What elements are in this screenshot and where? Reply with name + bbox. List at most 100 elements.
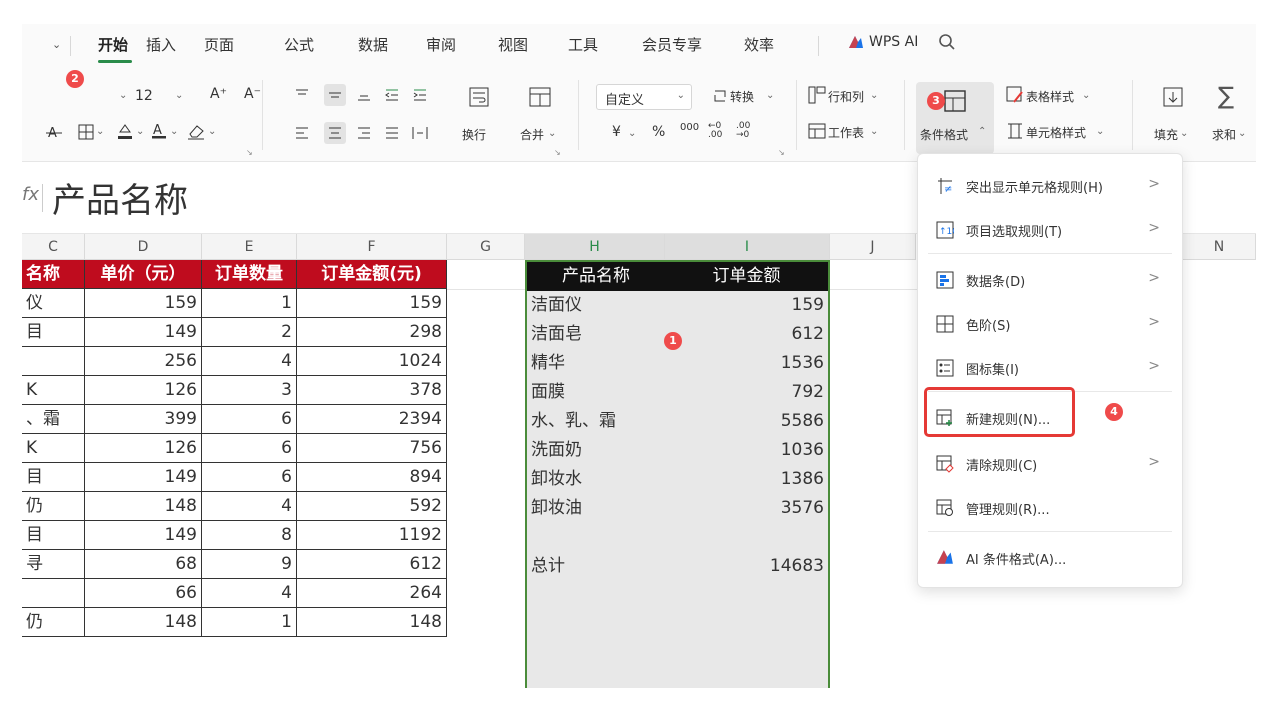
- wrap-text-icon[interactable]: [468, 86, 490, 108]
- table-style-button[interactable]: 表格样式: [1026, 88, 1074, 105]
- table-header-cell[interactable]: 单价（元）: [85, 260, 202, 289]
- table-cell[interactable]: 8: [202, 521, 297, 550]
- tab-tools[interactable]: 工具: [568, 34, 598, 55]
- collapse-caret-icon[interactable]: ⌄: [52, 38, 61, 51]
- fill-button[interactable]: 填充: [1154, 126, 1178, 143]
- table-cell[interactable]: 148: [297, 608, 447, 637]
- table-cell[interactable]: [22, 579, 85, 608]
- table-cell[interactable]: 9: [202, 550, 297, 579]
- sum-button[interactable]: 求和: [1212, 126, 1236, 143]
- summary-header-cell[interactable]: 订单金额: [665, 262, 828, 291]
- table-cell[interactable]: 159: [85, 289, 202, 318]
- worksheet-button[interactable]: 工作表: [828, 124, 864, 141]
- tab-page[interactable]: 页面: [204, 34, 234, 55]
- table-cell[interactable]: 4: [202, 347, 297, 376]
- table-cell[interactable]: 256: [85, 347, 202, 376]
- table-cell[interactable]: 目: [22, 521, 85, 550]
- table-cell[interactable]: 592: [297, 492, 447, 521]
- menu-item-icon-sets[interactable]: 图标集(I) >: [918, 348, 1182, 388]
- tab-insert[interactable]: 插入: [146, 34, 176, 55]
- table-cell[interactable]: 126: [85, 434, 202, 463]
- conditional-format-button[interactable]: 条件格式 ⌃: [916, 82, 994, 154]
- justify-icon[interactable]: [384, 126, 400, 140]
- column-header-f[interactable]: F: [297, 234, 447, 260]
- table-cell[interactable]: K: [22, 376, 85, 405]
- summary-cell[interactable]: 洁面皂: [527, 320, 665, 349]
- menu-item-highlight-rules[interactable]: ≠ 突出显示单元格规则(H) >: [918, 166, 1182, 206]
- worksheet-icon[interactable]: [808, 122, 826, 140]
- table-cell[interactable]: 仍: [22, 492, 85, 521]
- currency-button[interactable]: ¥: [612, 124, 621, 140]
- table-cell[interactable]: 126: [85, 376, 202, 405]
- table-cell[interactable]: 、霜: [22, 405, 85, 434]
- table-cell[interactable]: 148: [85, 492, 202, 521]
- table-cell[interactable]: 149: [85, 521, 202, 550]
- column-header-j[interactable]: J: [830, 234, 916, 260]
- increase-decimal-button[interactable]: ←0 .00: [708, 122, 730, 140]
- table-cell[interactable]: 149: [85, 463, 202, 492]
- sum-icon[interactable]: ∑: [1218, 82, 1234, 110]
- table-cell[interactable]: 4: [202, 492, 297, 521]
- summary-cell[interactable]: 面膜: [527, 378, 665, 407]
- number-dialog-launcher[interactable]: ↘: [778, 148, 785, 157]
- summary-cell[interactable]: 159: [665, 291, 828, 320]
- table-cell[interactable]: 298: [297, 318, 447, 347]
- table-cell[interactable]: 894: [297, 463, 447, 492]
- rows-cols-icon[interactable]: [808, 86, 826, 104]
- font-shrink-button[interactable]: A⁻: [244, 86, 261, 102]
- convert-button[interactable]: 转换: [730, 88, 754, 105]
- summary-cell[interactable]: 5586: [665, 407, 828, 436]
- summary-cell[interactable]: 精华: [527, 349, 665, 378]
- fill-down-icon[interactable]: [1162, 86, 1184, 108]
- total-value[interactable]: 14683: [665, 552, 828, 581]
- table-cell[interactable]: 149: [85, 318, 202, 347]
- table-header-cell[interactable]: 订单金额(元): [297, 260, 447, 289]
- column-header-i[interactable]: I: [665, 234, 830, 260]
- summary-cell[interactable]: 卸妆水: [527, 465, 665, 494]
- align-left-icon[interactable]: [294, 126, 310, 140]
- align-bottom-icon[interactable]: [356, 88, 372, 102]
- table-cell[interactable]: 1024: [297, 347, 447, 376]
- table-cell[interactable]: 寻: [22, 550, 85, 579]
- summary-cell[interactable]: 612: [665, 320, 828, 349]
- table-cell[interactable]: 1192: [297, 521, 447, 550]
- table-cell[interactable]: 1: [202, 289, 297, 318]
- wrap-text-button[interactable]: 换行: [462, 126, 486, 143]
- convert-icon[interactable]: [712, 88, 728, 104]
- table-cell[interactable]: 612: [297, 550, 447, 579]
- menu-item-top-bottom-rules[interactable]: ↑10 项目选取规则(T) >: [918, 210, 1182, 250]
- table-cell[interactable]: 66: [85, 579, 202, 608]
- table-cell[interactable]: [22, 347, 85, 376]
- menu-item-manage-rules[interactable]: 管理规则(R)...: [918, 488, 1182, 528]
- table-cell[interactable]: 6: [202, 463, 297, 492]
- summary-cell[interactable]: 卸妆油: [527, 494, 665, 523]
- table-cell[interactable]: 756: [297, 434, 447, 463]
- table-cell[interactable]: 6: [202, 434, 297, 463]
- menu-item-clear-rules[interactable]: 清除规则(C) >: [918, 444, 1182, 484]
- font-size-select[interactable]: ⌄ 12 ⌄: [119, 86, 201, 110]
- table-cell[interactable]: 159: [297, 289, 447, 318]
- summary-cell[interactable]: 792: [665, 378, 828, 407]
- rows-cols-button[interactable]: 行和列: [828, 88, 864, 105]
- table-cell[interactable]: 6: [202, 405, 297, 434]
- decrease-decimal-button[interactable]: .00 →0: [736, 122, 758, 140]
- eraser-icon[interactable]: [186, 122, 206, 140]
- number-format-select[interactable]: 自定义 ⌄: [596, 84, 692, 110]
- font-grow-button[interactable]: A⁺: [210, 86, 227, 102]
- merge-cells-button[interactable]: 合并: [520, 126, 544, 143]
- tab-formula[interactable]: 公式: [284, 34, 314, 55]
- cell-style-icon[interactable]: [1006, 122, 1024, 140]
- fill-color-icon[interactable]: [116, 122, 134, 140]
- summary-cell[interactable]: 水、乳、霜: [527, 407, 665, 436]
- column-header-g[interactable]: G: [447, 234, 525, 260]
- thousands-button[interactable]: 000: [680, 122, 699, 133]
- total-label[interactable]: 总计: [527, 552, 665, 581]
- align-top-icon[interactable]: [294, 88, 310, 102]
- tab-member[interactable]: 会员专享: [642, 34, 702, 55]
- border-icon[interactable]: [78, 124, 94, 140]
- align-right-icon[interactable]: [356, 126, 372, 140]
- menu-item-color-scales[interactable]: 色阶(S) >: [918, 304, 1182, 344]
- summary-cell[interactable]: 1386: [665, 465, 828, 494]
- table-cell[interactable]: 2394: [297, 405, 447, 434]
- tab-review[interactable]: 审阅: [426, 34, 456, 55]
